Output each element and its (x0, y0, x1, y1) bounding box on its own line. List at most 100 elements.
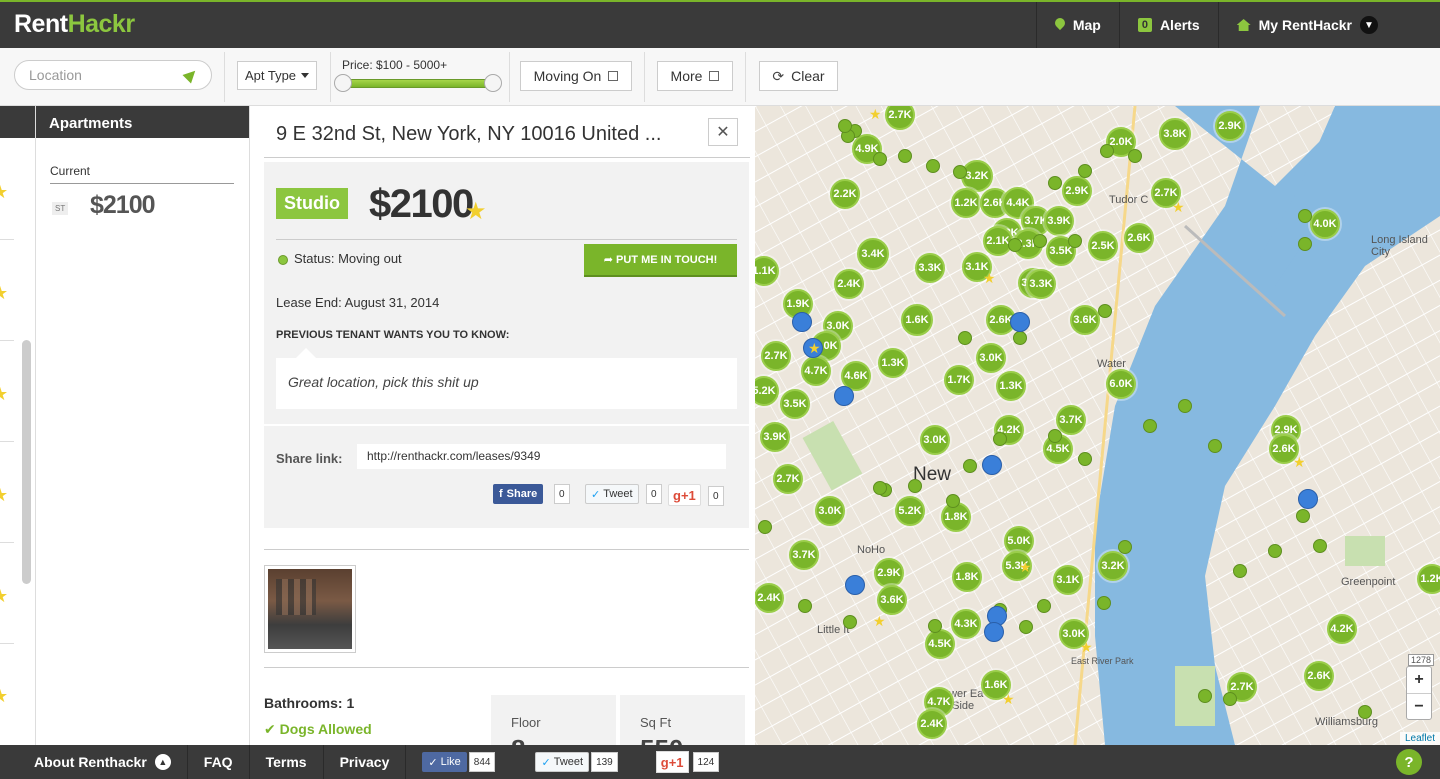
price-slider-max-handle[interactable] (484, 74, 502, 92)
clear-button[interactable]: ⟳ Clear (759, 61, 838, 91)
map-listing-dot[interactable] (1298, 237, 1312, 251)
nav-alerts[interactable]: 0 Alerts (1118, 2, 1218, 48)
map-cluster-marker[interactable]: 3.3K (1026, 269, 1056, 299)
star-icon[interactable]: ★ (0, 586, 8, 607)
map-cluster-marker[interactable]: 2.6K (1124, 223, 1154, 253)
map-cluster-marker[interactable]: 1.6K (901, 304, 933, 336)
map-listing-dot[interactable] (1178, 399, 1192, 413)
map-current-listing-dot[interactable] (1298, 489, 1318, 509)
map-cluster-marker[interactable]: 4.5K (925, 629, 955, 659)
map-cluster-marker[interactable]: 3.6K (1070, 305, 1100, 335)
map-favorite-star-icon[interactable]: ★ (1172, 199, 1185, 216)
map-cluster-marker[interactable]: 2.6K (1304, 661, 1334, 691)
map-current-listing-dot[interactable] (845, 575, 865, 595)
map-listing-dot[interactable] (873, 481, 887, 495)
moving-on-checkbox[interactable] (608, 71, 619, 81)
map-cluster-marker[interactable]: 3.4K (857, 238, 889, 270)
more-filter[interactable]: More (657, 61, 733, 91)
apt-type-dropdown[interactable]: Apt Type (237, 61, 317, 90)
map-listing-dot[interactable] (1037, 599, 1051, 613)
star-icon[interactable]: ★ (0, 686, 8, 707)
listing-photo-thumbnail[interactable] (264, 565, 356, 653)
map-listing-dot[interactable] (1098, 304, 1112, 318)
map-cluster-marker[interactable]: 1.8K (952, 562, 982, 592)
map-listing-dot[interactable] (843, 615, 857, 629)
map-listing-dot[interactable] (758, 520, 772, 534)
like-button[interactable]: ✓ Like (422, 752, 467, 772)
map-listing-dot[interactable] (838, 119, 852, 133)
map-cluster-marker[interactable]: 3.0K (920, 425, 950, 455)
renthackr-logo[interactable]: RentHackr (14, 10, 135, 39)
put-me-in-touch-button[interactable]: ➦ PUT ME IN TOUCH! (584, 244, 737, 277)
close-button[interactable]: ✕ (708, 118, 738, 146)
zoom-in-button[interactable]: + (1407, 667, 1431, 693)
google-plus-button[interactable]: g+1 (668, 484, 701, 506)
share-link-field[interactable]: http://renthackr.com/leases/9349 (357, 444, 726, 469)
map-favorite-star-icon[interactable]: ★ (1019, 559, 1032, 576)
map-listing-dot[interactable] (873, 152, 887, 166)
map-favorite-star-icon[interactable]: ★ (808, 340, 821, 357)
map-favorite-star-icon[interactable]: ★ (869, 106, 882, 123)
star-icon[interactable]: ★ (0, 384, 8, 405)
map-listing-dot[interactable] (1198, 689, 1212, 703)
map-cluster-marker[interactable]: 2.4K (834, 269, 864, 299)
map-cluster-marker[interactable]: 4.0K (1310, 209, 1340, 239)
map-listing-dot[interactable] (1128, 149, 1142, 163)
map-listing-dot[interactable] (1097, 596, 1111, 610)
map-listing-dot[interactable] (1298, 209, 1312, 223)
privacy-link[interactable]: Privacy (324, 745, 407, 779)
map-favorite-star-icon[interactable]: ★ (1080, 639, 1093, 656)
map-cluster-marker[interactable]: 2.5K (1088, 231, 1118, 261)
map-cluster-marker[interactable]: 6.0K (1106, 369, 1136, 399)
map-current-listing-dot[interactable] (1010, 312, 1030, 332)
map-cluster-marker[interactable]: 3.1K (1053, 565, 1083, 595)
map-listing-dot[interactable] (928, 619, 942, 633)
map-listing-dot[interactable] (798, 599, 812, 613)
favorite-star-icon[interactable]: ★ (465, 197, 487, 226)
map-cluster-marker[interactable]: 3.2K (1098, 551, 1128, 581)
map-cluster-marker[interactable]: 1.2K (951, 188, 981, 218)
map-listing-dot[interactable] (953, 165, 967, 179)
listings-map[interactable]: New Long Island City Greenpoint Williams… (755, 106, 1440, 745)
map-cluster-marker[interactable]: 3.9K (760, 422, 790, 452)
map-listing-dot[interactable] (1048, 176, 1062, 190)
map-listing-dot[interactable] (1268, 544, 1282, 558)
map-listing-dot[interactable] (1296, 509, 1310, 523)
map-cluster-marker[interactable]: 2.7K (761, 341, 791, 371)
map-listing-dot[interactable] (1233, 564, 1247, 578)
map-listing-dot[interactable] (946, 494, 960, 508)
map-cluster-marker[interactable]: 3.9K (1044, 206, 1074, 236)
locate-arrow-icon[interactable] (182, 66, 200, 84)
help-button[interactable]: ? (1396, 749, 1422, 775)
leaflet-attribution[interactable]: Leaflet (1399, 732, 1440, 745)
footer-tweet-button[interactable]: ✓ Tweet (535, 752, 590, 772)
more-checkbox[interactable] (709, 71, 720, 81)
moving-on-filter[interactable]: Moving On (520, 61, 632, 91)
star-icon[interactable]: ★ (0, 182, 8, 203)
faq-link[interactable]: FAQ (188, 745, 250, 779)
about-link[interactable]: About Renthackr ▲ (0, 745, 188, 779)
facebook-share-button[interactable]: f Share (493, 484, 544, 504)
map-cluster-marker[interactable]: 3.6K (877, 585, 907, 615)
map-cluster-marker[interactable]: 2.4K (755, 583, 784, 613)
map-listing-dot[interactable] (926, 159, 940, 173)
map-cluster-marker[interactable]: 2.9K (874, 558, 904, 588)
current-apartment-price[interactable]: $2100 (90, 191, 156, 220)
map-favorite-star-icon[interactable]: ★ (983, 270, 996, 287)
map-cluster-marker[interactable]: 3.8K (1159, 118, 1191, 150)
map-listing-dot[interactable] (1313, 539, 1327, 553)
map-cluster-marker[interactable]: 3.0K (815, 496, 845, 526)
map-listing-dot[interactable] (1143, 419, 1157, 433)
map-current-listing-dot[interactable] (834, 386, 854, 406)
map-listing-dot[interactable] (908, 479, 922, 493)
map-cluster-marker[interactable]: 2.2K (830, 179, 860, 209)
map-cluster-marker[interactable]: 3.7K (789, 540, 819, 570)
map-cluster-marker[interactable]: 1.3K (996, 371, 1026, 401)
map-cluster-marker[interactable]: 3.3K (915, 253, 945, 283)
map-listing-dot[interactable] (898, 149, 912, 163)
price-slider-min-handle[interactable] (334, 74, 352, 92)
map-listing-dot[interactable] (1118, 540, 1132, 554)
map-listing-dot[interactable] (1033, 234, 1047, 248)
map-cluster-marker[interactable]: 4.7K (801, 356, 831, 386)
map-favorite-star-icon[interactable]: ★ (1002, 691, 1015, 708)
